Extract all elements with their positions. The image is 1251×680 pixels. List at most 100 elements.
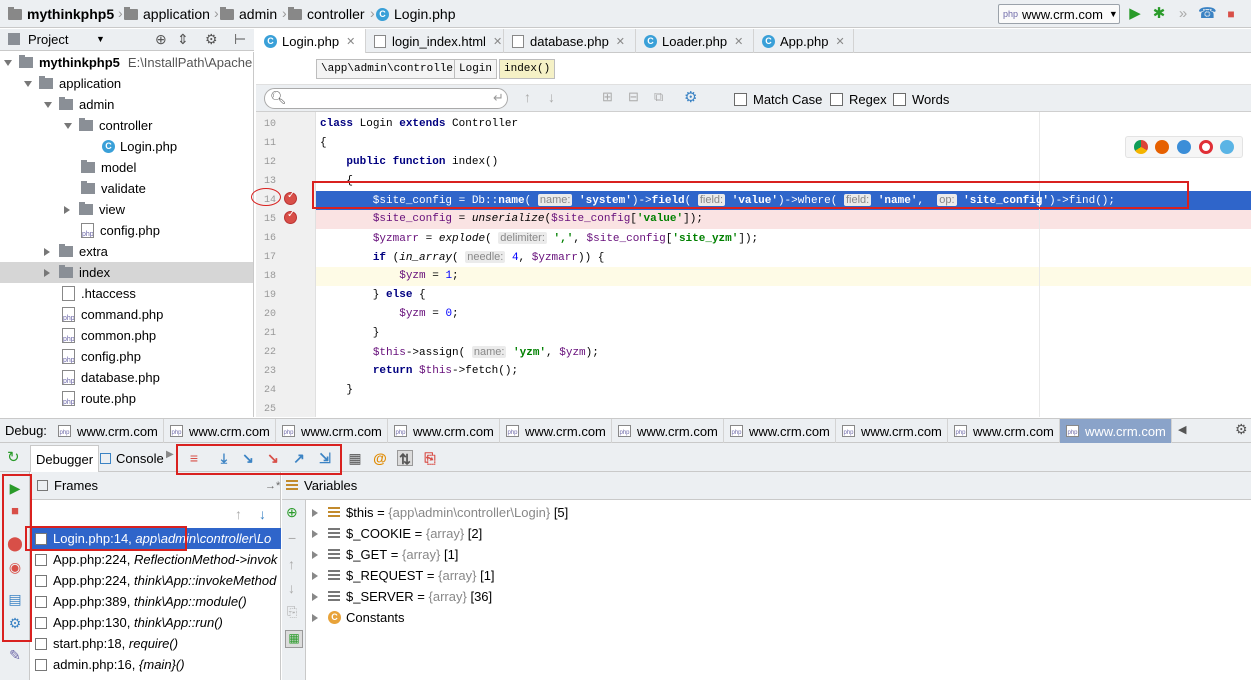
close-icon[interactable]: ✕ [835, 35, 844, 48]
tab-login-php[interactable]: C Login.php ✕ [256, 29, 366, 54]
safari-icon[interactable] [1176, 140, 1191, 154]
step-out-icon[interactable]: ↗ [291, 450, 307, 466]
crosshair-icon[interactable]: ⊕ [155, 31, 167, 48]
watch-icon[interactable]: @ [372, 450, 388, 466]
move-up-icon[interactable]: ↑ [288, 556, 295, 572]
step-into-icon[interactable]: ↘ [240, 450, 256, 466]
tree-item-login-php[interactable]: C Login.php [102, 136, 177, 157]
debug-session-tab[interactable]: php www.crm.com [52, 419, 164, 443]
rerun-icon[interactable]: ↻ [7, 448, 20, 466]
firefox-icon[interactable] [1155, 140, 1170, 154]
show-values-icon[interactable]: ⇅ [397, 450, 413, 467]
frame-item[interactable]: admin.php:16, {main}() [31, 654, 281, 675]
frame-item[interactable]: start.php:18, require() [31, 633, 281, 654]
previous-occurrence-icon[interactable]: ↑ [524, 89, 531, 105]
tree-item-extra[interactable]: extra [44, 241, 108, 262]
close-icon[interactable]: ✕ [493, 35, 502, 48]
pin-icon[interactable]: →* [265, 480, 280, 492]
debug-session-tab-active[interactable]: php www.crm.com [1060, 419, 1172, 443]
debug-session-tab[interactable]: php www.crm.com [724, 419, 836, 443]
run-configuration-select[interactable]: php www.crm.com ▼ [998, 4, 1120, 24]
nav-crumb-application[interactable]: application [124, 5, 210, 23]
tree-item-controller[interactable]: controller [64, 115, 152, 136]
tree-item-application[interactable]: application [24, 73, 121, 94]
breadcrumb-class[interactable]: Login [454, 59, 498, 79]
debug-session-tab[interactable]: php www.crm.com [948, 419, 1060, 443]
internet-explorer-icon[interactable] [1220, 140, 1235, 154]
tree-item-admin[interactable]: admin [44, 94, 114, 115]
words-checkbox[interactable]: Words [893, 90, 949, 108]
close-icon[interactable]: ✕ [734, 35, 743, 48]
code-editor[interactable]: class Login extends Controller { public … [316, 112, 1251, 417]
find-settings-icon[interactable]: ⚙ [684, 88, 697, 106]
frame-item[interactable]: Login.php:14, app\admin\controller\Lo [31, 528, 281, 549]
variable-row[interactable]: $_COOKIE = {array} [2] [312, 523, 482, 544]
tab-console[interactable]: Console [100, 448, 164, 468]
previous-frame-icon[interactable]: ↑ [235, 506, 242, 522]
frame-item[interactable]: App.php:224, think\App::invokeMethod [31, 570, 281, 591]
add-watch-icon[interactable]: ⊕ [286, 504, 298, 521]
select-all-icon[interactable]: ⧉ [654, 89, 663, 105]
show-execution-point-icon[interactable]: ≡ [186, 450, 202, 466]
debug-session-tab[interactable]: php www.crm.com [164, 419, 276, 443]
debug-session-tab[interactable]: php www.crm.com [836, 419, 948, 443]
tab-loader-php[interactable]: C Loader.php ✕ [636, 29, 754, 53]
regex-checkbox[interactable]: Regex [830, 90, 887, 108]
force-step-into-icon[interactable]: ↘ [265, 450, 281, 466]
nav-crumb-file[interactable]: C Login.php [376, 5, 456, 23]
debug-session-tab[interactable]: php www.crm.com [500, 419, 612, 443]
tree-item-config-php-2[interactable]: php config.php [62, 346, 141, 367]
settings-icon[interactable]: ⚙ [6, 614, 24, 632]
debug-icon[interactable]: ✱ [1150, 5, 1168, 23]
run-to-cursor-icon[interactable]: ⇲ [317, 450, 333, 466]
copy-icon[interactable]: ⎘ [287, 604, 297, 620]
close-icon[interactable]: ✕ [346, 35, 355, 48]
php-debug-listen-icon[interactable]: ☎ [1198, 5, 1217, 23]
run-icon[interactable]: ▶ [1126, 5, 1144, 23]
remove-selection-icon[interactable]: ⊟ [628, 89, 639, 105]
variable-row[interactable]: C Constants [312, 607, 405, 628]
chrome-icon[interactable] [1133, 140, 1148, 154]
show-watches-icon[interactable]: ▦ [285, 630, 303, 648]
move-down-icon[interactable]: ↓ [288, 580, 295, 596]
tree-item-database-php[interactable]: php database.php [62, 367, 160, 388]
chevron-down-icon[interactable]: ▼ [96, 34, 105, 44]
pin-icon[interactable]: ✎ [6, 646, 24, 664]
search-input[interactable]: 🔍︎ ↵ [264, 88, 508, 109]
add-selection-icon[interactable]: ⊞ [602, 89, 613, 105]
frame-item[interactable]: App.php:389, think\App::module() [31, 591, 281, 612]
remove-watch-icon[interactable]: − [288, 530, 296, 546]
tab-login-index-html[interactable]: login_index.html ✕ [366, 29, 504, 53]
tree-item-model[interactable]: model [81, 157, 136, 178]
match-case-checkbox[interactable]: Match Case [734, 90, 822, 108]
variable-row[interactable]: $_GET = {array} [1] [312, 544, 458, 565]
stop-icon[interactable]: ■ [6, 502, 24, 520]
restore-layout-icon[interactable]: ⎘ [422, 450, 438, 466]
collapse-icon[interactable]: ⇕ [177, 31, 189, 48]
tree-item-route-php[interactable]: php route.php [62, 388, 136, 409]
scroll-left-icon[interactable]: ◀ [1178, 423, 1186, 436]
nav-crumb-project[interactable]: mythinkphp5 [8, 5, 114, 23]
tree-item-command-php[interactable]: php command.php [62, 304, 163, 325]
breadcrumb-namespace[interactable]: \app\admin\controller [316, 59, 465, 79]
view-breakpoints-icon[interactable]: ⬤ [6, 534, 24, 552]
next-occurrence-icon[interactable]: ↓ [548, 89, 555, 105]
close-icon[interactable]: ✕ [616, 35, 625, 48]
variable-row[interactable]: $_SERVER = {array} [36] [312, 586, 492, 607]
chevron-right-icon[interactable]: ▶ [166, 449, 174, 460]
tree-item-index[interactable]: index [0, 262, 253, 283]
debug-session-tab[interactable]: php www.crm.com [612, 419, 724, 443]
mute-breakpoints-icon[interactable]: ◉ [6, 558, 24, 576]
nav-crumb-controller[interactable]: controller [288, 5, 365, 23]
nav-crumb-admin[interactable]: admin [220, 5, 277, 23]
gear-icon[interactable]: ⚙ [205, 31, 218, 48]
tree-item-view[interactable]: view [64, 199, 125, 220]
resume-icon[interactable]: ▶ [6, 479, 24, 497]
next-frame-icon[interactable]: ↓ [259, 506, 266, 522]
tree-item-validate[interactable]: validate [81, 178, 146, 199]
gear-icon[interactable]: ⚙ [1235, 421, 1248, 438]
step-over-icon[interactable]: ⤓ [216, 450, 232, 466]
tab-app-php[interactable]: C App.php ✕ [754, 29, 854, 53]
layout-icon[interactable]: ▤ [6, 590, 24, 608]
project-panel-title[interactable]: Project [28, 32, 68, 47]
